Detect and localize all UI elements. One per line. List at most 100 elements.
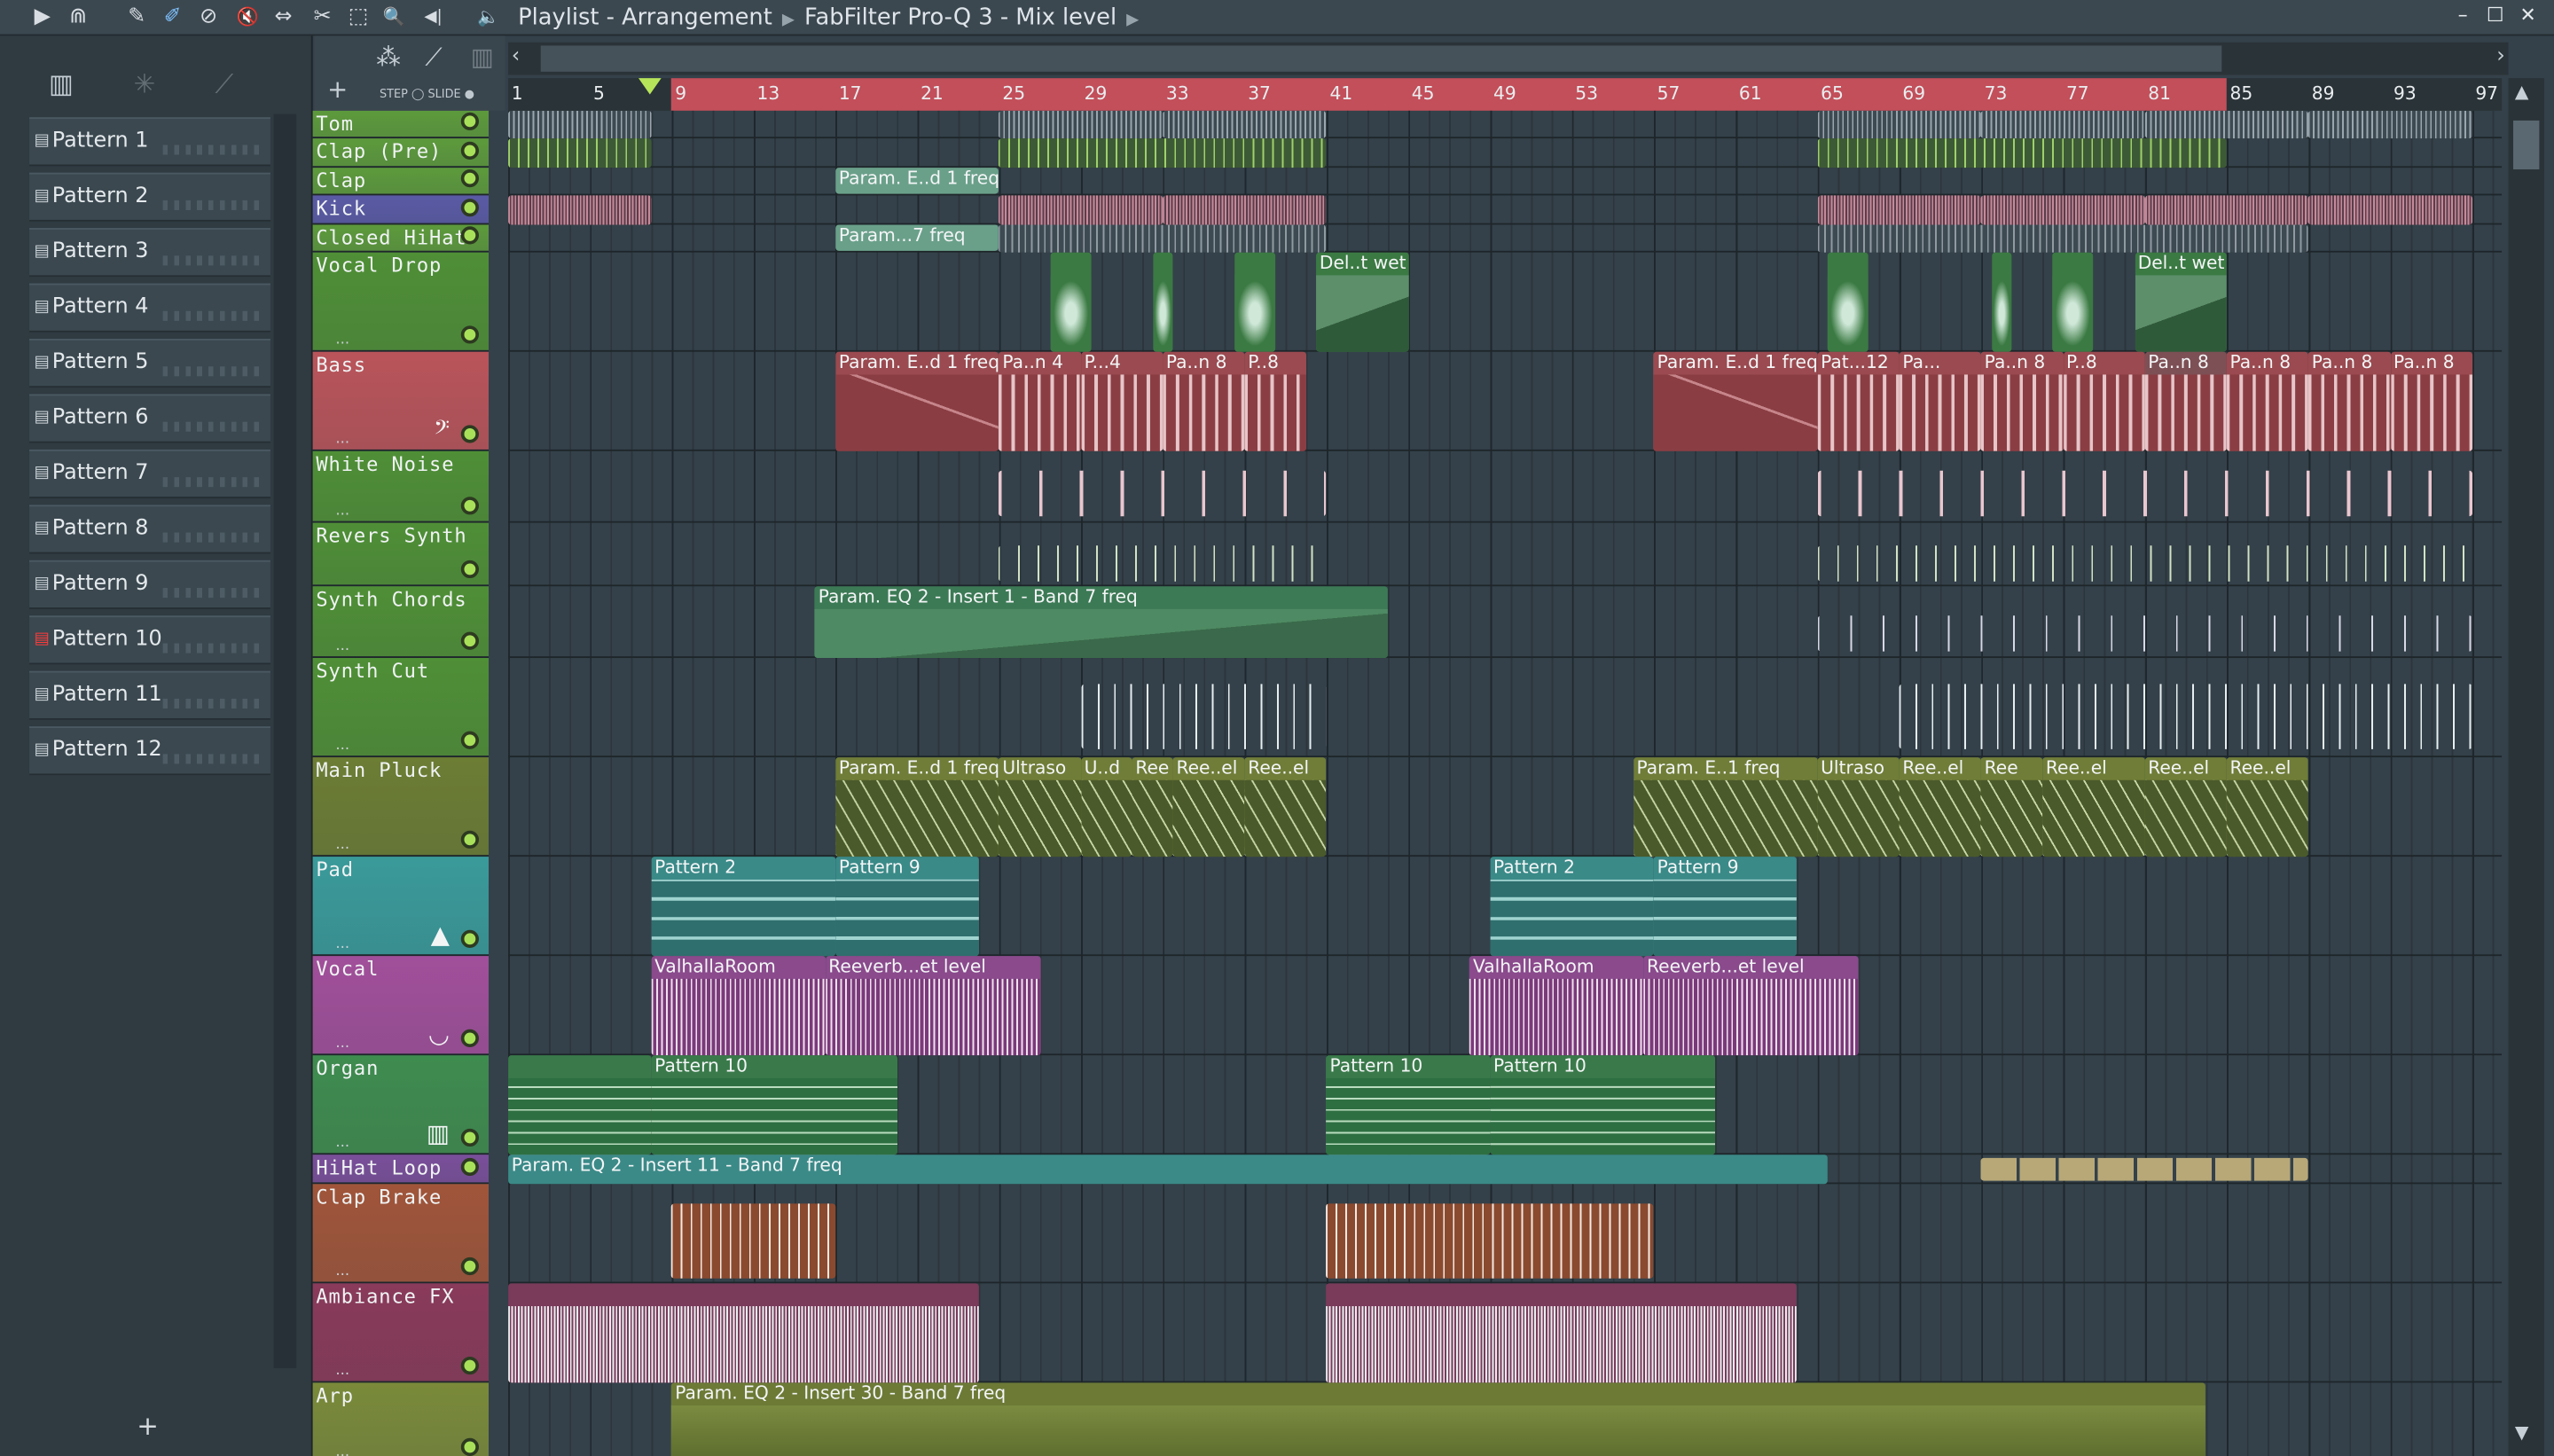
- kick-clip[interactable]: [1981, 195, 2145, 225]
- playlist-clip[interactable]: ValhallaRoom: [651, 956, 826, 1056]
- pattern-item[interactable]: ▤ Pattern 8: [29, 505, 270, 554]
- pattern-item[interactable]: ▤ Pattern 6: [29, 394, 270, 443]
- playlist-clip[interactable]: Pat...12: [1817, 351, 1900, 451]
- maximize-button[interactable]: ☐: [2479, 4, 2511, 27]
- track-header[interactable]: Vocal Drop...: [312, 252, 490, 352]
- scroll-right-icon[interactable]: ›: [2496, 44, 2505, 69]
- synth-cut-clip[interactable]: [1899, 684, 2472, 749]
- pattern-item[interactable]: ▤ Pattern 10: [29, 615, 270, 665]
- white-noise-clip[interactable]: [999, 470, 1327, 517]
- track-header[interactable]: Pad ▲...: [312, 857, 490, 957]
- clap-pre-clip[interactable]: [999, 138, 1327, 168]
- pattern-item[interactable]: ▤ Pattern 11: [29, 670, 270, 720]
- track-mute-led[interactable]: [460, 1356, 479, 1375]
- vocal-drop-clip[interactable]: [1152, 252, 1173, 352]
- tom-clip[interactable]: [999, 110, 1163, 139]
- track-header[interactable]: Vocal ◡...: [312, 956, 490, 1056]
- playback-icon[interactable]: ◀|: [420, 5, 446, 31]
- vocal-drop-clip[interactable]: [2052, 252, 2094, 352]
- add-track-button[interactable]: +: [327, 74, 348, 104]
- pattern-item[interactable]: ▤ Pattern 3: [29, 228, 270, 278]
- track-mute-led[interactable]: [460, 731, 479, 749]
- playlist-clip[interactable]: ValhallaRoom: [1469, 956, 1644, 1056]
- track-mute-led[interactable]: [460, 1029, 479, 1047]
- playlist-clip[interactable]: Pa..n 8: [2308, 351, 2391, 451]
- scroll-thumb[interactable]: [540, 45, 2222, 72]
- track-header[interactable]: HiHat Loop: [312, 1155, 490, 1185]
- track-header[interactable]: White Noise...: [312, 450, 490, 523]
- playlist-clip[interactable]: Ree..el: [1899, 757, 1982, 857]
- playhead-marker[interactable]: [638, 78, 662, 95]
- automation-clip[interactable]: Param. EQ 2 - Insert 1 - Band 7 freq: [815, 586, 1388, 659]
- playlist-clip[interactable]: Pattern 2: [651, 857, 836, 957]
- zoom-icon[interactable]: 🔍: [381, 5, 407, 31]
- scroll-down-icon[interactable]: ▼: [2515, 1421, 2529, 1443]
- picker-scrollbar[interactable]: [273, 114, 297, 1368]
- automation-clip[interactable]: Param. EQ 2 - Insert 30 - Band 7 freq: [671, 1382, 2206, 1456]
- pattern-item[interactable]: ▤ Pattern 2: [29, 172, 270, 222]
- track-header[interactable]: Synth Cut...: [312, 658, 490, 758]
- ambiance-clip[interactable]: [508, 1283, 979, 1383]
- playlist-clip[interactable]: Ree..el: [1244, 757, 1327, 857]
- playlist-clip[interactable]: Ree: [1981, 757, 2043, 857]
- playlist-clip[interactable]: U..d: [1080, 757, 1132, 857]
- track-header[interactable]: Revers Synth: [312, 522, 490, 587]
- synth-cut-clip[interactable]: [1080, 684, 1327, 749]
- horizontal-scrollbar[interactable]: ‹ ›: [508, 42, 2509, 75]
- scroll-up-icon[interactable]: ▲: [2515, 82, 2529, 103]
- track-mute-led[interactable]: [460, 325, 479, 344]
- track-header[interactable]: Closed HiHat: [312, 224, 490, 253]
- tom-clip[interactable]: [1163, 110, 1327, 139]
- kick-clip[interactable]: [2308, 195, 2472, 225]
- playlist-clip[interactable]: Reeverb...et level: [1643, 956, 1859, 1056]
- ambiance-clip[interactable]: [1326, 1283, 1798, 1383]
- hihat-clip[interactable]: [1817, 224, 2309, 253]
- track-more-icon[interactable]: ...: [335, 1444, 349, 1456]
- playlist-clip[interactable]: Pattern 10: [1326, 1055, 1491, 1155]
- track-mute-led[interactable]: [460, 929, 479, 948]
- clap-pre-clip[interactable]: [1817, 138, 2227, 168]
- automation-clip[interactable]: Param...7 freq: [835, 224, 999, 251]
- playlist-clip[interactable]: Pattern 2: [1490, 857, 1654, 957]
- clap-brake-clip[interactable]: [671, 1203, 836, 1279]
- automation-clip[interactable]: Param. EQ 2 - Insert 11 - Band 7 freq: [508, 1155, 1828, 1185]
- tom-clip[interactable]: [508, 110, 652, 139]
- playlist-clip[interactable]: P...4: [1080, 351, 1163, 451]
- playlist-clip[interactable]: Pa...: [1899, 351, 1982, 451]
- track-more-icon[interactable]: ...: [335, 432, 349, 448]
- speaker-icon[interactable]: 🔈: [475, 5, 501, 31]
- vocal-drop-clip[interactable]: [1991, 252, 2012, 352]
- minimize-button[interactable]: –: [2447, 4, 2480, 27]
- mute-icon[interactable]: 🔇: [234, 5, 260, 31]
- track-header[interactable]: Organ ▥...: [312, 1055, 490, 1155]
- slice-icon[interactable]: ✂: [309, 5, 335, 31]
- track-header[interactable]: Arp...: [312, 1382, 490, 1456]
- slip-icon[interactable]: ⇔: [270, 5, 296, 31]
- scroll-thumb[interactable]: [2513, 120, 2540, 170]
- breadcrumb-item[interactable]: Playlist - Arrangement: [518, 5, 772, 31]
- select-icon[interactable]: ⬚: [345, 5, 371, 31]
- track-header[interactable]: Ambiance FX...: [312, 1283, 490, 1383]
- breadcrumb-item[interactable]: FabFilter Pro-Q 3 - Mix level: [804, 5, 1116, 31]
- playlist-clip[interactable]: Pa..n 8: [1981, 351, 2064, 451]
- track-more-icon[interactable]: ...: [335, 1264, 349, 1280]
- tom-clip[interactable]: [2144, 110, 2309, 139]
- track-mute-led[interactable]: [460, 830, 479, 849]
- playlist-clip[interactable]: Reeverb...et level: [825, 956, 1040, 1056]
- track-more-icon[interactable]: ...: [335, 504, 349, 520]
- track-header[interactable]: Synth Chords...: [312, 586, 490, 659]
- track-more-icon[interactable]: ...: [335, 638, 349, 654]
- playlist-clip[interactable]: Param. E..d 1 freq: [1653, 351, 1818, 451]
- pattern-item[interactable]: ▤ Pattern 5: [29, 339, 270, 388]
- magnet-icon[interactable]: ⋒: [65, 5, 90, 31]
- kick-clip[interactable]: [508, 195, 652, 225]
- tom-clip[interactable]: [1981, 110, 2145, 139]
- playlist-clip[interactable]: Pa..n 4: [999, 351, 1081, 451]
- track-mute-led[interactable]: [460, 1437, 479, 1456]
- track-mute-led[interactable]: [460, 1157, 479, 1177]
- track-mute-led[interactable]: [460, 1256, 479, 1276]
- playlist-clip[interactable]: Ree: [1132, 757, 1173, 857]
- track-mute-led[interactable]: [460, 631, 479, 650]
- scroll-left-icon[interactable]: ‹: [512, 44, 521, 69]
- piano-icon[interactable]: ▥: [49, 68, 74, 99]
